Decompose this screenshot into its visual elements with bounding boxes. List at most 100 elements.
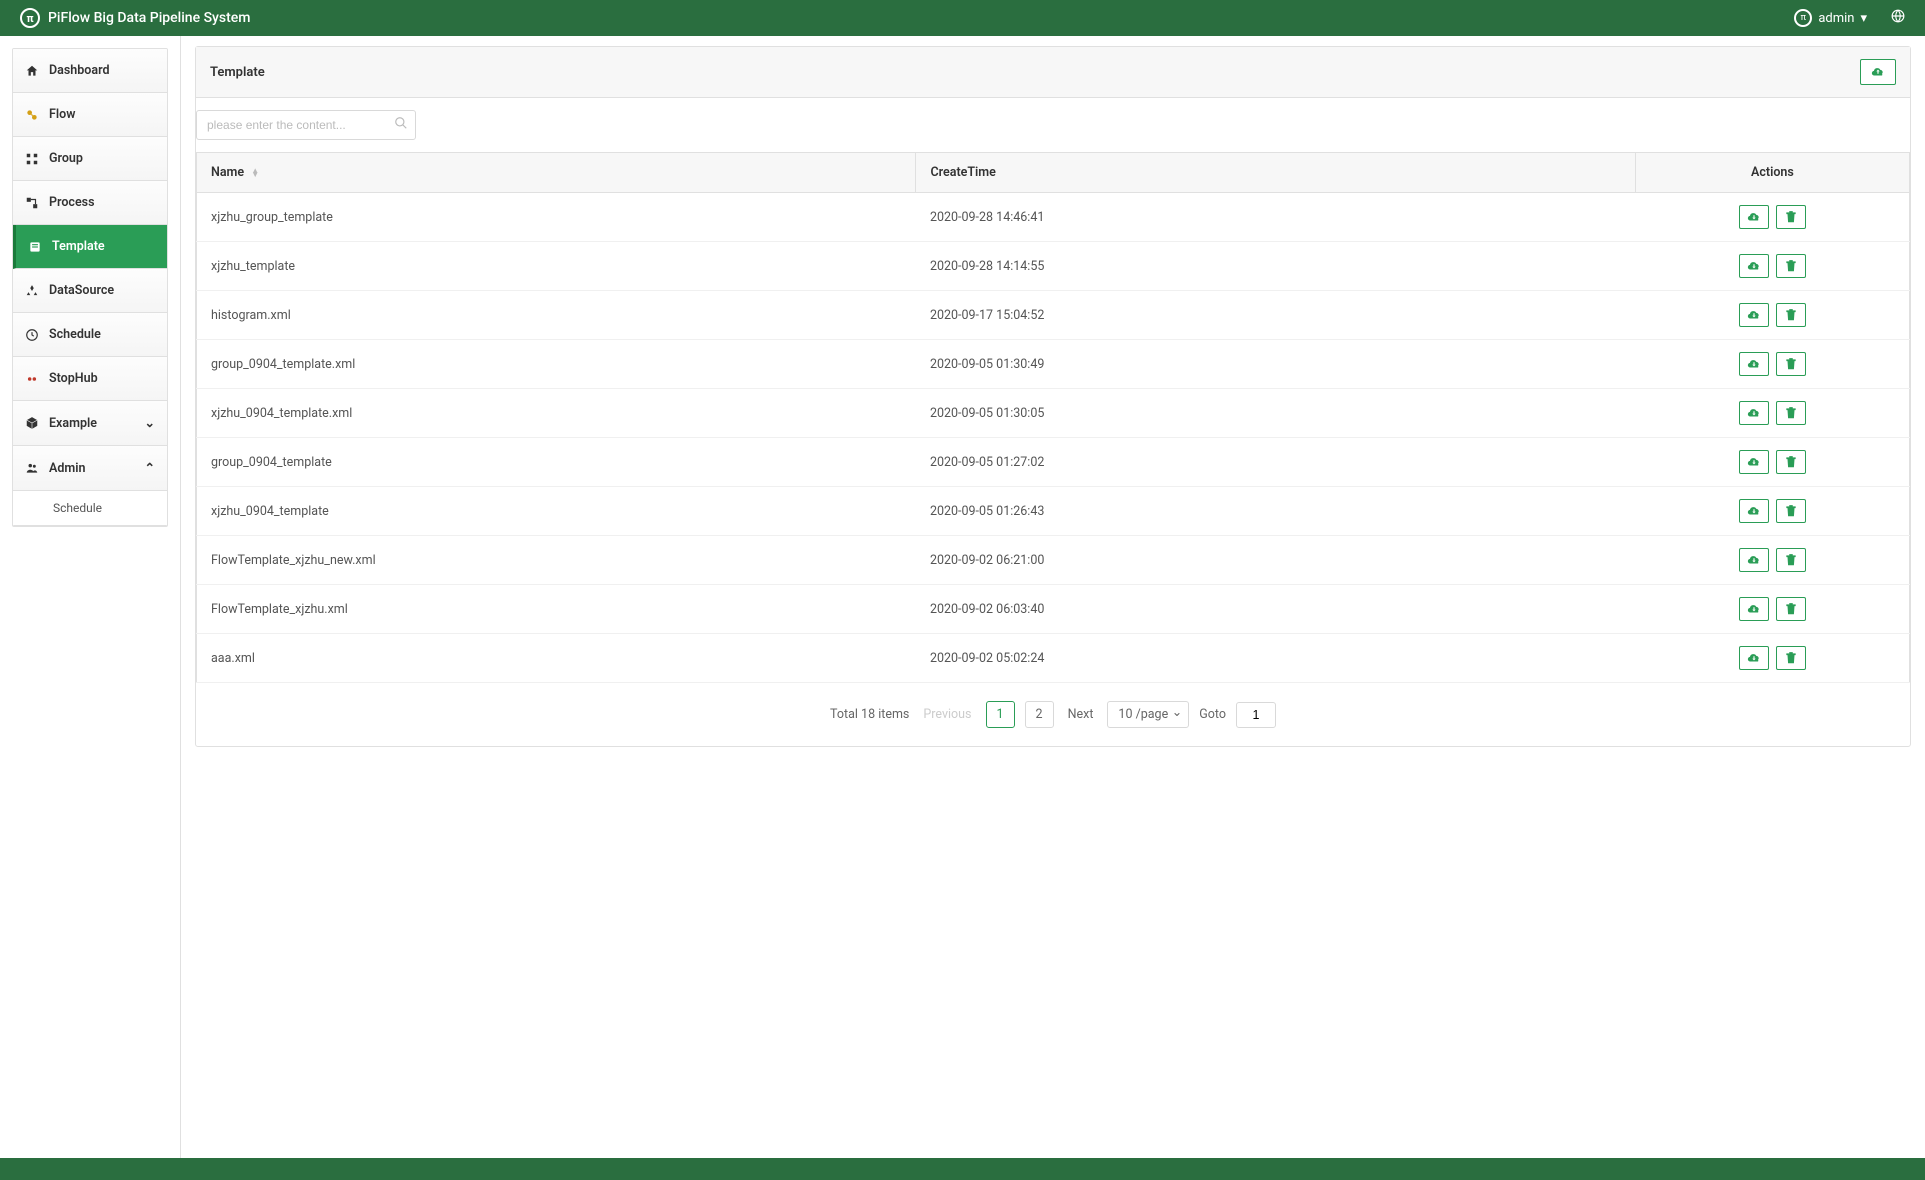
- cell-name: aaa.xml: [197, 634, 916, 683]
- delete-button[interactable]: [1776, 548, 1806, 572]
- delete-button[interactable]: [1776, 254, 1806, 278]
- sidebar-item-group[interactable]: Group: [13, 137, 167, 181]
- pagination-goto-label: Goto: [1199, 707, 1226, 722]
- pagination-pagesize-select[interactable]: 10 /page: [1107, 701, 1189, 728]
- download-button[interactable]: [1739, 548, 1769, 572]
- app-header: π PiFlow Big Data Pipeline System π admi…: [0, 0, 1925, 36]
- cell-createtime: 2020-09-17 15:04:52: [916, 291, 1635, 340]
- download-button[interactable]: [1739, 597, 1769, 621]
- sort-icon: ▲▼: [251, 169, 259, 177]
- stophub-icon: [25, 372, 39, 386]
- sidebar: Dashboard Flow Group Process: [0, 36, 180, 1158]
- sidebar-item-stophub[interactable]: StopHub: [13, 357, 167, 401]
- cell-createtime: 2020-09-02 05:02:24: [916, 634, 1635, 683]
- flow-icon: [25, 108, 39, 122]
- cell-actions: [1635, 536, 1909, 585]
- column-header-createtime: CreateTime: [916, 153, 1635, 193]
- sidebar-item-label: Template: [52, 239, 105, 254]
- sidebar-subitem-schedule[interactable]: Schedule: [13, 491, 167, 526]
- grid-icon: [25, 152, 39, 166]
- pagination-previous[interactable]: Previous: [919, 702, 975, 727]
- delete-button[interactable]: [1776, 499, 1806, 523]
- process-icon: [25, 196, 39, 210]
- pagination-next[interactable]: Next: [1064, 702, 1098, 727]
- download-button[interactable]: [1739, 352, 1769, 376]
- table-row: group_0904_template 2020-09-05 01:27:02: [197, 438, 1910, 487]
- cell-name: xjzhu_0904_template.xml: [197, 389, 916, 438]
- sidebar-item-flow[interactable]: Flow: [13, 93, 167, 137]
- pagination-total: Total 18 items: [830, 707, 909, 722]
- cell-createtime: 2020-09-05 01:27:02: [916, 438, 1635, 487]
- download-button[interactable]: [1739, 303, 1769, 327]
- delete-button[interactable]: [1776, 646, 1806, 670]
- cell-name: xjzhu_0904_template: [197, 487, 916, 536]
- cell-name: xjzhu_group_template: [197, 193, 916, 242]
- cell-name: group_0904_template: [197, 438, 916, 487]
- delete-button[interactable]: [1776, 401, 1806, 425]
- header-left: π PiFlow Big Data Pipeline System: [20, 8, 250, 28]
- cell-createtime: 2020-09-05 01:30:05: [916, 389, 1635, 438]
- sidebar-item-label: StopHub: [49, 371, 98, 386]
- cell-actions: [1635, 634, 1909, 683]
- chevron-up-icon: ⌃: [145, 460, 155, 476]
- cell-actions: [1635, 389, 1909, 438]
- table-row: histogram.xml 2020-09-17 15:04:52: [197, 291, 1910, 340]
- sidebar-item-label: Schedule: [49, 327, 101, 342]
- pagination-page-1[interactable]: 1: [986, 701, 1015, 728]
- app-title: PiFlow Big Data Pipeline System: [48, 10, 250, 26]
- cell-name: histogram.xml: [197, 291, 916, 340]
- cell-actions: [1635, 291, 1909, 340]
- table-row: xjzhu_0904_template 2020-09-05 01:26:43: [197, 487, 1910, 536]
- sidebar-item-dashboard[interactable]: Dashboard: [13, 49, 167, 93]
- sidebar-item-label: Dashboard: [49, 63, 110, 78]
- datasource-icon: [25, 284, 39, 298]
- download-button[interactable]: [1739, 205, 1769, 229]
- pagination: Total 18 items Previous 1 2 Next 10 /pag…: [196, 683, 1910, 746]
- cell-actions: [1635, 193, 1909, 242]
- search-input[interactable]: [196, 110, 416, 140]
- column-header-actions: Actions: [1635, 153, 1909, 193]
- sidebar-item-process[interactable]: Process: [13, 181, 167, 225]
- sidebar-item-label: Admin: [49, 461, 85, 476]
- download-button[interactable]: [1739, 254, 1769, 278]
- sidebar-item-admin[interactable]: Admin ⌃: [13, 446, 167, 491]
- sidebar-item-label: Example: [49, 416, 97, 431]
- cell-createtime: 2020-09-28 14:46:41: [916, 193, 1635, 242]
- download-button[interactable]: [1739, 450, 1769, 474]
- cell-actions: [1635, 585, 1909, 634]
- cell-createtime: 2020-09-02 06:21:00: [916, 536, 1635, 585]
- admin-dropdown[interactable]: π admin ▾: [1794, 9, 1867, 27]
- download-button[interactable]: [1739, 401, 1769, 425]
- sidebar-item-schedule[interactable]: Schedule: [13, 313, 167, 357]
- pagination-goto-input[interactable]: [1236, 702, 1276, 728]
- search-icon[interactable]: [394, 116, 408, 134]
- sidebar-item-example[interactable]: Example ⌄: [13, 401, 167, 446]
- cell-name: FlowTemplate_xjzhu.xml: [197, 585, 916, 634]
- pagination-page-2[interactable]: 2: [1025, 701, 1054, 728]
- delete-button[interactable]: [1776, 597, 1806, 621]
- column-header-name[interactable]: Name ▲▼: [197, 153, 916, 193]
- table-row: FlowTemplate_xjzhu.xml 2020-09-02 06:03:…: [197, 585, 1910, 634]
- delete-button[interactable]: [1776, 450, 1806, 474]
- table-row: aaa.xml 2020-09-02 05:02:24: [197, 634, 1910, 683]
- download-button[interactable]: [1739, 499, 1769, 523]
- cube-icon: [25, 416, 39, 430]
- clock-icon: [25, 328, 39, 342]
- globe-icon[interactable]: [1891, 9, 1905, 27]
- cell-actions: [1635, 487, 1909, 536]
- admin-label: admin: [1818, 11, 1854, 26]
- delete-button[interactable]: [1776, 352, 1806, 376]
- sidebar-item-datasource[interactable]: DataSource: [13, 269, 167, 313]
- download-button[interactable]: [1739, 646, 1769, 670]
- cell-createtime: 2020-09-05 01:30:49: [916, 340, 1635, 389]
- sidebar-item-label: Group: [49, 151, 83, 166]
- delete-button[interactable]: [1776, 303, 1806, 327]
- sidebar-item-template[interactable]: Template: [13, 225, 167, 269]
- upload-button[interactable]: [1860, 59, 1896, 85]
- table-row: xjzhu_template 2020-09-28 14:14:55: [197, 242, 1910, 291]
- cell-name: xjzhu_template: [197, 242, 916, 291]
- table-row: FlowTemplate_xjzhu_new.xml 2020-09-02 06…: [197, 536, 1910, 585]
- sidebar-item-label: DataSource: [49, 283, 114, 298]
- template-table: Name ▲▼ CreateTime Actions xjzhu_group_t…: [196, 152, 1910, 683]
- delete-button[interactable]: [1776, 205, 1806, 229]
